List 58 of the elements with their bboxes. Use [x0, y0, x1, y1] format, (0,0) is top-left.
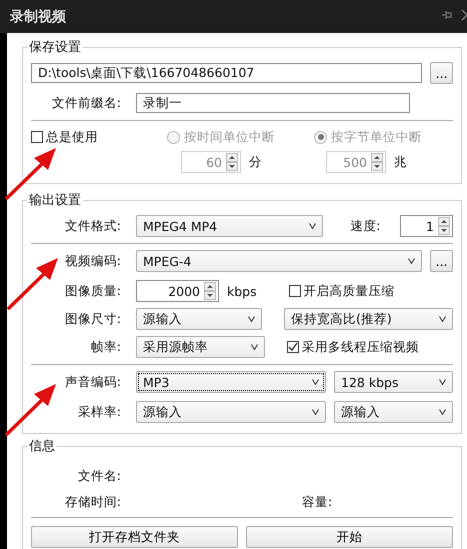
field-label: 存储时间: — [64, 494, 121, 510]
action-button[interactable]: 打开存档文件夹 — [31, 526, 238, 548]
group-title: 输出设置 — [27, 191, 83, 209]
group-title: 保存设置 — [27, 38, 83, 56]
spinner-arrows-icon[interactable] — [371, 153, 383, 171]
field-label: 容量: — [302, 494, 332, 510]
pin-icon[interactable] — [441, 9, 453, 21]
chevron-icon — [312, 379, 319, 385]
checkbox[interactable] — [287, 341, 299, 353]
checkbox-label[interactable]: 总是使用 — [46, 128, 98, 146]
checkbox[interactable] — [288, 285, 301, 297]
group-title: 信息 — [27, 437, 57, 455]
unit-label: 兆 — [394, 154, 407, 170]
number-spinner[interactable]: 2000 — [136, 280, 219, 302]
action-button[interactable]: 开始 — [246, 526, 453, 548]
chevron-icon — [312, 409, 319, 415]
spinner-arrows-icon[interactable] — [438, 217, 450, 235]
field-label: 文件前缀名: — [50, 94, 121, 112]
dropdown[interactable]: MP3 — [136, 371, 326, 393]
dropdown[interactable]: 源输入 — [136, 308, 262, 330]
field-label: 图像尺寸: — [64, 310, 121, 328]
window-title: 录制视频 — [10, 8, 66, 26]
path-field[interactable]: D:\tools\桌面\下载\1667048660107 — [31, 63, 422, 83]
dropdown[interactable]: 源输入 — [334, 401, 453, 423]
dropdown[interactable]: 保持宽高比(推荐) — [284, 308, 453, 330]
dropdown[interactable]: 128 kbps — [334, 371, 453, 393]
field-label: 速度: — [350, 218, 380, 234]
dropdown[interactable]: MPEG4 MP4 — [136, 215, 323, 237]
chevron-icon — [439, 379, 446, 385]
checkbox[interactable] — [31, 131, 43, 143]
checkbox-label[interactable]: 开启高质量压缩 — [304, 282, 395, 300]
chevron-icon — [439, 409, 446, 415]
field-label: 帧率: — [90, 338, 121, 356]
spinner-arrows-icon[interactable] — [226, 153, 238, 171]
field-label: 采样率: — [76, 404, 121, 420]
chevron-icon — [248, 316, 256, 322]
field-label: 文件名: — [76, 468, 121, 484]
field-label: 图像质量: — [64, 282, 121, 300]
field-label: 视频编码: — [64, 252, 121, 270]
annotation-arrow — [5, 384, 56, 436]
chevron-icon — [308, 223, 316, 229]
chevron-icon — [251, 344, 258, 350]
spinner-arrows-icon[interactable] — [204, 282, 216, 300]
browse-button[interactable]: ... — [430, 62, 453, 84]
checkbox-label[interactable]: 采用多线程压缩视频 — [302, 338, 419, 356]
dropdown[interactable]: 采用源帧率 — [136, 336, 265, 358]
chevron-icon — [439, 316, 446, 322]
chevron-icon — [408, 258, 416, 264]
field-label: 声音编码: — [64, 374, 121, 390]
unit-label: 分 — [249, 154, 262, 170]
number-spinner[interactable]: 1 — [400, 215, 453, 237]
dropdown[interactable]: MPEG-4 — [136, 250, 422, 272]
codec-settings-button[interactable]: ... — [430, 250, 453, 272]
input-field[interactable]: 录制一 — [136, 93, 410, 113]
annotation-arrow — [7, 258, 58, 310]
dropdown[interactable]: 源输入 — [136, 401, 326, 423]
unit-label: kbps — [227, 284, 257, 298]
field-label: 文件格式: — [64, 218, 121, 234]
